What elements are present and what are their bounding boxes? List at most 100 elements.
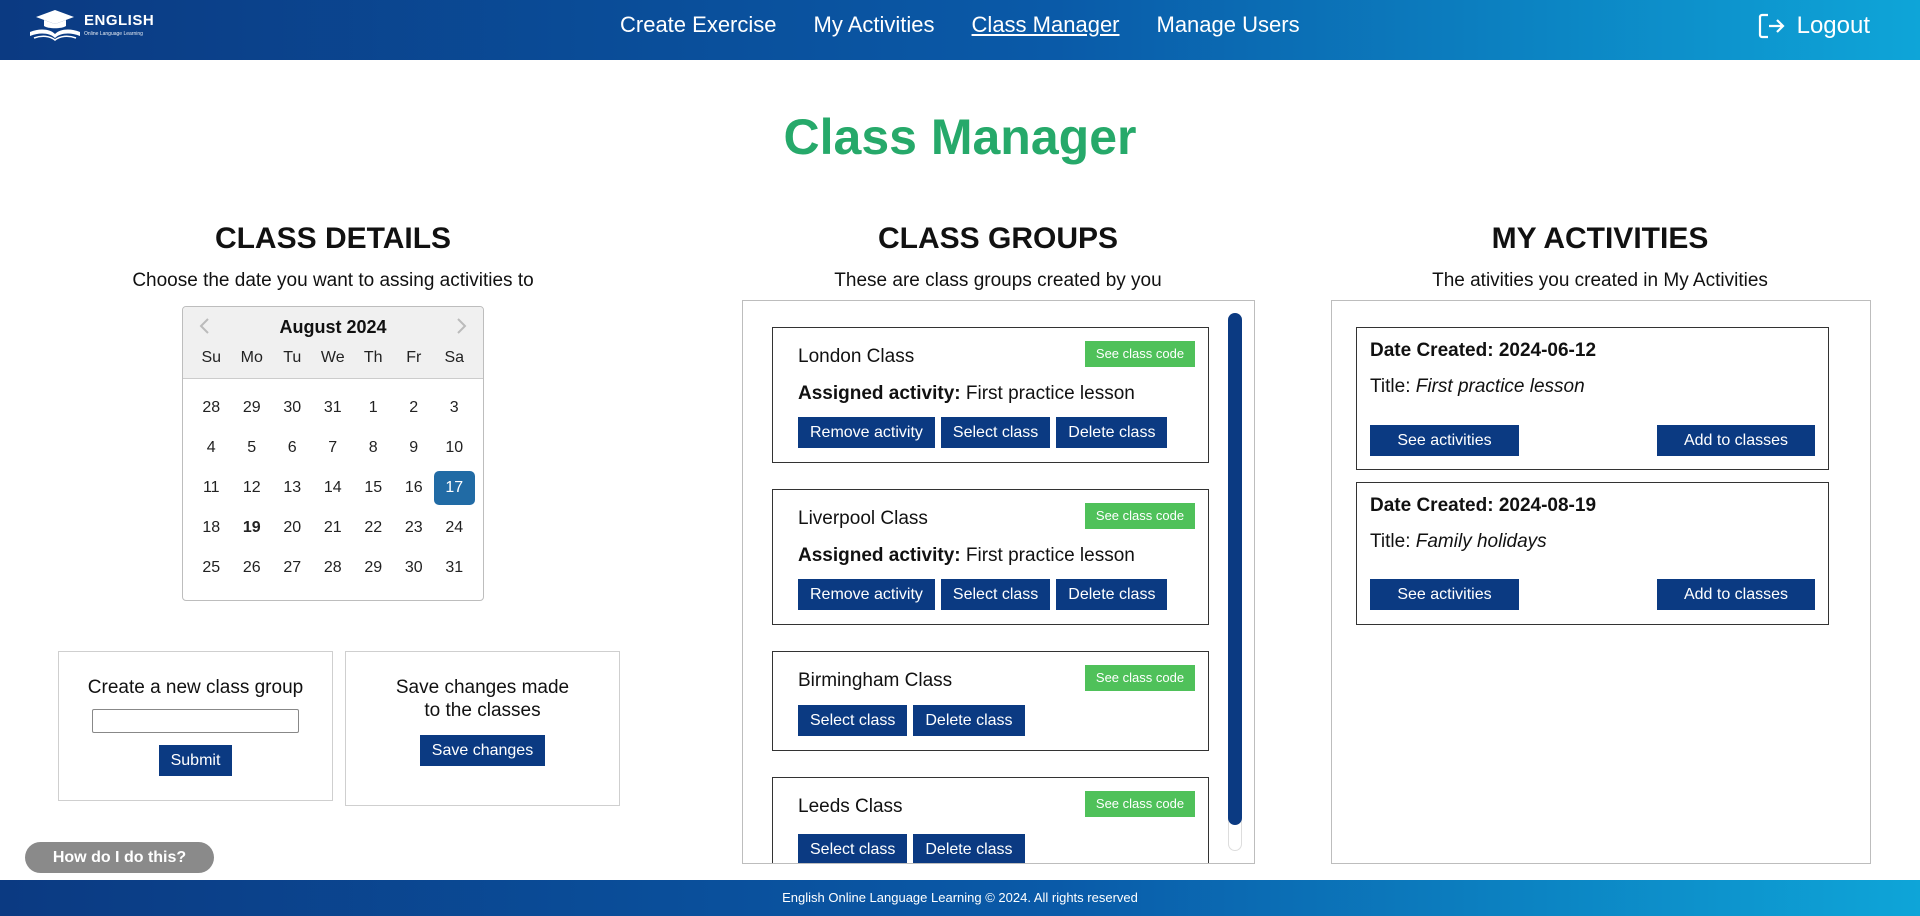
add-to-classes-button[interactable]: Add to classes bbox=[1657, 579, 1815, 610]
activity-card: Date Created: 2024-06-12 Title: First pr… bbox=[1356, 327, 1829, 470]
select-class-button[interactable]: Select class bbox=[940, 417, 1051, 448]
calendar-day[interactable]: 29 bbox=[353, 551, 394, 585]
calendar-day[interactable]: 27 bbox=[272, 551, 313, 585]
select-class-button[interactable]: Select class bbox=[798, 834, 908, 863]
save-changes-label-1: Save changes made bbox=[395, 677, 570, 698]
calendar-day[interactable]: 14 bbox=[313, 471, 354, 505]
calendar-day[interactable]: 19 bbox=[232, 511, 273, 545]
calendar-day[interactable]: 30 bbox=[394, 551, 435, 585]
help-button[interactable]: How do I do this? bbox=[25, 842, 214, 873]
weekday-label: Mo bbox=[240, 349, 263, 366]
see-activities-button[interactable]: See activities bbox=[1370, 425, 1519, 456]
nav-create-exercise[interactable]: Create Exercise bbox=[620, 12, 777, 38]
calendar-header: August 2024 Su Mo Tu We Th Fr Sa bbox=[183, 307, 483, 379]
see-class-code-button[interactable]: See class code bbox=[1085, 341, 1195, 367]
calendar-day[interactable]: 30 bbox=[272, 391, 313, 425]
calendar-day[interactable]: 22 bbox=[353, 511, 394, 545]
class-name: Leeds Class bbox=[798, 796, 903, 817]
calendar-day[interactable]: 17 bbox=[434, 471, 475, 505]
calendar-day[interactable]: 31 bbox=[434, 551, 475, 585]
my-activities-heading: MY ACTIVITIES bbox=[1491, 222, 1709, 255]
class-card: Birmingham Class See class code Select c… bbox=[772, 651, 1209, 751]
select-class-button[interactable]: Select class bbox=[798, 705, 908, 736]
nav-my-activities[interactable]: My Activities bbox=[814, 12, 935, 38]
chevron-right-icon[interactable] bbox=[455, 317, 469, 335]
weekday-label: Su bbox=[201, 349, 222, 366]
calendar-day[interactable]: 13 bbox=[272, 471, 313, 505]
date-picker-calendar: August 2024 Su Mo Tu We Th Fr Sa 28 29 30 31 1 2 3 4 5… bbox=[182, 306, 484, 601]
create-group-box: Create a new class group Submit bbox=[58, 651, 333, 801]
activity-title: Title: Family holidays bbox=[1370, 531, 1547, 552]
calendar-day[interactable]: 8 bbox=[353, 431, 394, 465]
calendar-day[interactable]: 6 bbox=[272, 431, 313, 465]
top-navbar: ENGLISH Online Language Learning Create … bbox=[0, 0, 1920, 60]
nav-class-manager[interactable]: Class Manager bbox=[972, 12, 1120, 38]
calendar-day[interactable]: 18 bbox=[191, 511, 232, 545]
calendar-day[interactable]: 20 bbox=[272, 511, 313, 545]
logo-title: ENGLISH bbox=[84, 12, 155, 29]
scrollbar[interactable] bbox=[1228, 313, 1242, 851]
calendar-day[interactable]: 23 bbox=[394, 511, 435, 545]
activity-card: Date Created: 2024-08-19 Title: Family h… bbox=[1356, 482, 1829, 625]
delete-class-button[interactable]: Delete class bbox=[913, 834, 1025, 863]
remove-activity-button[interactable]: Remove activity bbox=[798, 579, 935, 610]
footer: English Online Language Learning © 2024.… bbox=[0, 880, 1920, 916]
logout-button[interactable]: Logout bbox=[1757, 12, 1870, 40]
weekday-label: Sa bbox=[444, 349, 465, 366]
calendar-day[interactable]: 1 bbox=[353, 391, 394, 425]
class-groups-panel[interactable]: London Class See class code Assigned act… bbox=[742, 300, 1255, 864]
activity-date: Date Created: 2024-08-19 bbox=[1370, 495, 1597, 516]
calendar-day[interactable]: 15 bbox=[353, 471, 394, 505]
calendar-day[interactable]: 25 bbox=[191, 551, 232, 585]
class-card: Leeds Class See class code Select class … bbox=[772, 777, 1209, 863]
calendar-day[interactable]: 29 bbox=[232, 391, 273, 425]
class-groups-heading: CLASS GROUPS bbox=[877, 222, 1119, 255]
delete-class-button[interactable]: Delete class bbox=[1056, 579, 1168, 610]
class-name: Birmingham Class bbox=[798, 670, 953, 691]
assigned-activity: Assigned activity: First practice lesson bbox=[798, 545, 1135, 566]
calendar-day[interactable]: 4 bbox=[191, 431, 232, 465]
calendar-day[interactable]: 28 bbox=[191, 391, 232, 425]
calendar-day[interactable]: 9 bbox=[394, 431, 435, 465]
class-card: Liverpool Class See class code Assigned … bbox=[772, 489, 1209, 625]
weekday-label: Fr bbox=[406, 349, 422, 366]
calendar-day[interactable]: 5 bbox=[232, 431, 273, 465]
site-logo[interactable]: ENGLISH Online Language Learning bbox=[28, 8, 154, 42]
calendar-day[interactable]: 24 bbox=[434, 511, 475, 545]
see-class-code-button[interactable]: See class code bbox=[1085, 503, 1195, 529]
calendar-day[interactable]: 2 bbox=[394, 391, 435, 425]
calendar-day[interactable]: 7 bbox=[313, 431, 354, 465]
add-to-classes-button[interactable]: Add to classes bbox=[1657, 425, 1815, 456]
see-class-code-button[interactable]: See class code bbox=[1085, 665, 1195, 691]
create-group-label: Create a new class group bbox=[87, 677, 304, 698]
submit-button[interactable]: Submit bbox=[158, 745, 233, 776]
activity-date: Date Created: 2024-06-12 bbox=[1370, 340, 1597, 361]
weekday-label: Tu bbox=[283, 349, 302, 366]
class-name: Liverpool Class bbox=[798, 508, 928, 529]
calendar-weekdays: Su Mo Tu We Th Fr Sa bbox=[191, 349, 475, 367]
see-activities-button[interactable]: See activities bbox=[1370, 579, 1519, 610]
calendar-day[interactable]: 31 bbox=[313, 391, 354, 425]
calendar-day[interactable]: 11 bbox=[191, 471, 232, 505]
calendar-day[interactable]: 10 bbox=[434, 431, 475, 465]
see-class-code-button[interactable]: See class code bbox=[1085, 791, 1195, 817]
calendar-day[interactable]: 12 bbox=[232, 471, 273, 505]
calendar-month: August 2024 bbox=[279, 317, 387, 337]
remove-activity-button[interactable]: Remove activity bbox=[798, 417, 935, 448]
new-group-name-input[interactable] bbox=[92, 709, 299, 733]
calendar-day[interactable]: 26 bbox=[232, 551, 273, 585]
weekday-label: We bbox=[320, 349, 345, 366]
delete-class-button[interactable]: Delete class bbox=[913, 705, 1025, 736]
calendar-day[interactable]: 16 bbox=[394, 471, 435, 505]
class-details-heading: CLASS DETAILS bbox=[214, 222, 452, 255]
scrollbar-thumb[interactable] bbox=[1228, 313, 1242, 825]
delete-class-button[interactable]: Delete class bbox=[1056, 417, 1168, 448]
calendar-day[interactable]: 28 bbox=[313, 551, 354, 585]
save-changes-button[interactable]: Save changes bbox=[419, 735, 546, 766]
calendar-day[interactable]: 3 bbox=[434, 391, 475, 425]
calendar-day[interactable]: 21 bbox=[313, 511, 354, 545]
nav-manage-users[interactable]: Manage Users bbox=[1157, 12, 1300, 38]
assigned-activity: Assigned activity: First practice lesson bbox=[798, 383, 1135, 404]
select-class-button[interactable]: Select class bbox=[940, 579, 1051, 610]
activity-title: Title: First practice lesson bbox=[1370, 376, 1585, 397]
